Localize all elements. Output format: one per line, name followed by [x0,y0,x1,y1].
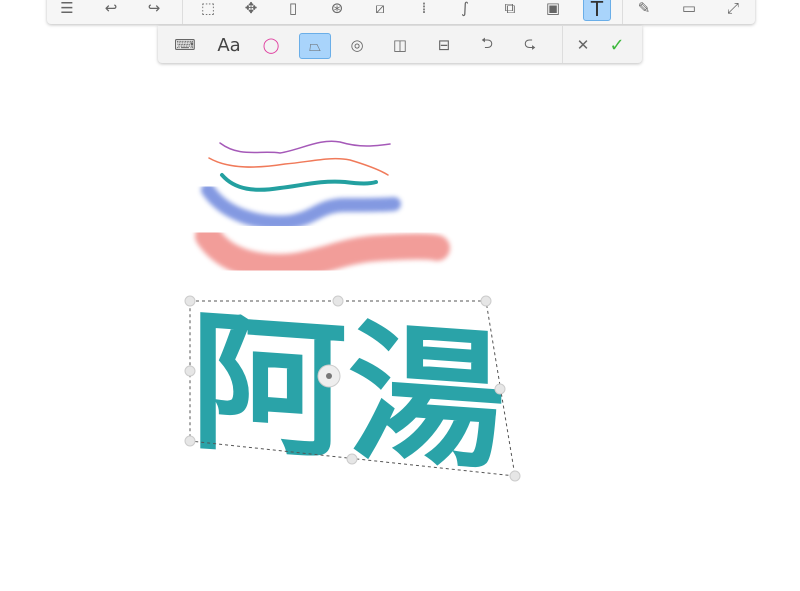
confirm-icon[interactable]: ✓ [602,33,632,57]
pen-icon[interactable]: ✎ [631,0,657,19]
redo-icon[interactable]: ↪ [141,0,167,19]
handle[interactable] [184,435,196,447]
divider [562,26,563,63]
text-icon[interactable]: T [583,0,611,21]
joystick-icon[interactable]: ◎ [342,33,372,57]
handle[interactable] [494,383,506,395]
divider [622,0,623,24]
blue-stroke [201,183,401,230]
purple-stroke [219,140,391,154]
image-icon[interactable]: ▣ [540,0,566,19]
eraser-icon[interactable]: ▯ [280,0,306,19]
handle[interactable] [184,295,196,307]
cancel-icon[interactable]: ✕ [568,33,598,57]
divider [182,0,183,24]
drawing-canvas[interactable]: 阿湯 [0,0,800,591]
flip-vertical-icon[interactable]: ⊟ [429,33,459,57]
curve-icon[interactable]: ∫ [452,0,478,19]
font-button[interactable]: Aa [214,33,244,57]
keyboard-icon[interactable]: ⌨ [170,33,200,57]
center-handle-dot [326,373,332,379]
perspective-icon[interactable]: ⏢ [299,33,331,59]
handle[interactable] [509,470,521,482]
window-icon[interactable]: ▭ [676,0,702,19]
undo-icon[interactable]: ↩ [98,0,124,19]
select-icon[interactable]: ⬚ [195,0,221,19]
flip-horizontal-icon[interactable]: ◫ [385,33,415,57]
move-icon[interactable]: ✥ [238,0,264,19]
list-icon[interactable]: ☰ [54,0,80,19]
handle[interactable] [184,365,196,377]
pink-stroke [195,223,450,280]
orange-stroke [208,157,389,176]
handle[interactable] [480,295,492,307]
color-wheel-icon[interactable]: ◯ [256,33,286,57]
rotate-right-icon[interactable]: ⮎ [515,33,545,57]
handle[interactable] [332,295,344,307]
teal-stroke [220,173,378,192]
shapes-icon[interactable]: ⧉ [497,0,523,19]
fullscreen-icon[interactable]: ⤢ [720,0,746,19]
rotate-left-icon[interactable]: ⮌ [472,33,502,57]
color-mix-icon[interactable]: ⊛ [324,0,350,19]
handle[interactable] [346,453,358,465]
ruler-icon[interactable]: ⧄ [367,0,393,19]
symmetry-icon[interactable]: ⁞ [411,0,437,19]
